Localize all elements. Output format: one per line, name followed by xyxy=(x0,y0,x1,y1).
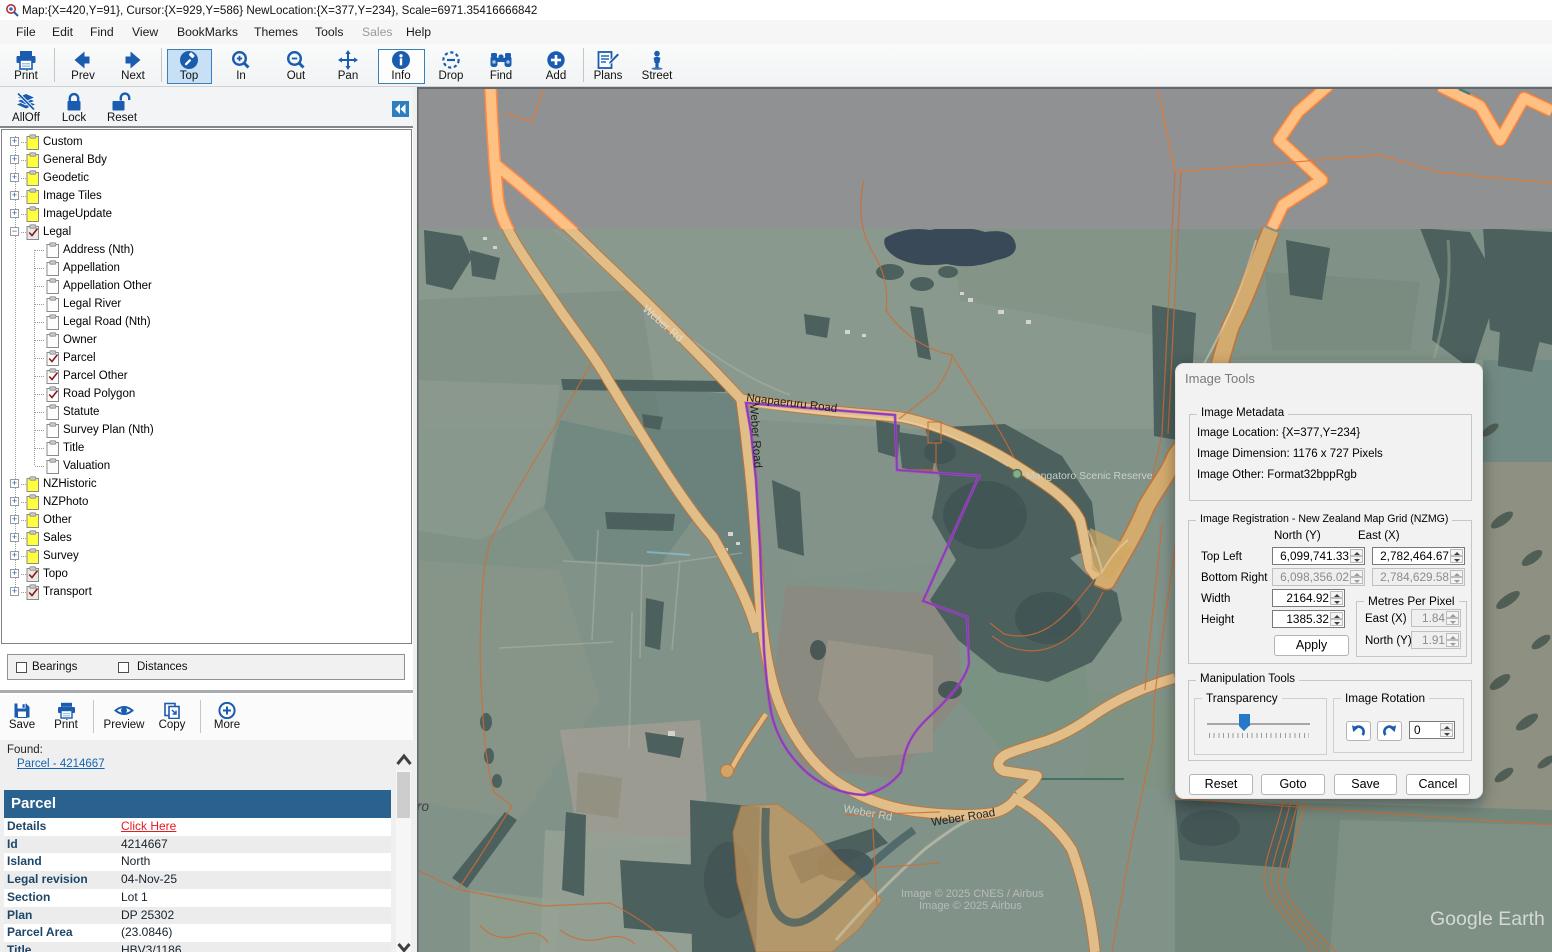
svg-text:Mangatoro Scenic Reserve: Mangatoro Scenic Reserve xyxy=(1026,470,1153,482)
svg-text:Google Earth: Google Earth xyxy=(1430,908,1545,930)
svg-text:Image © 2025 Airbus: Image © 2025 Airbus xyxy=(919,900,1022,912)
svg-text:ro: ro xyxy=(417,799,429,814)
svg-text:Image © 2025 CNES / Airbus: Image © 2025 CNES / Airbus xyxy=(901,888,1044,900)
